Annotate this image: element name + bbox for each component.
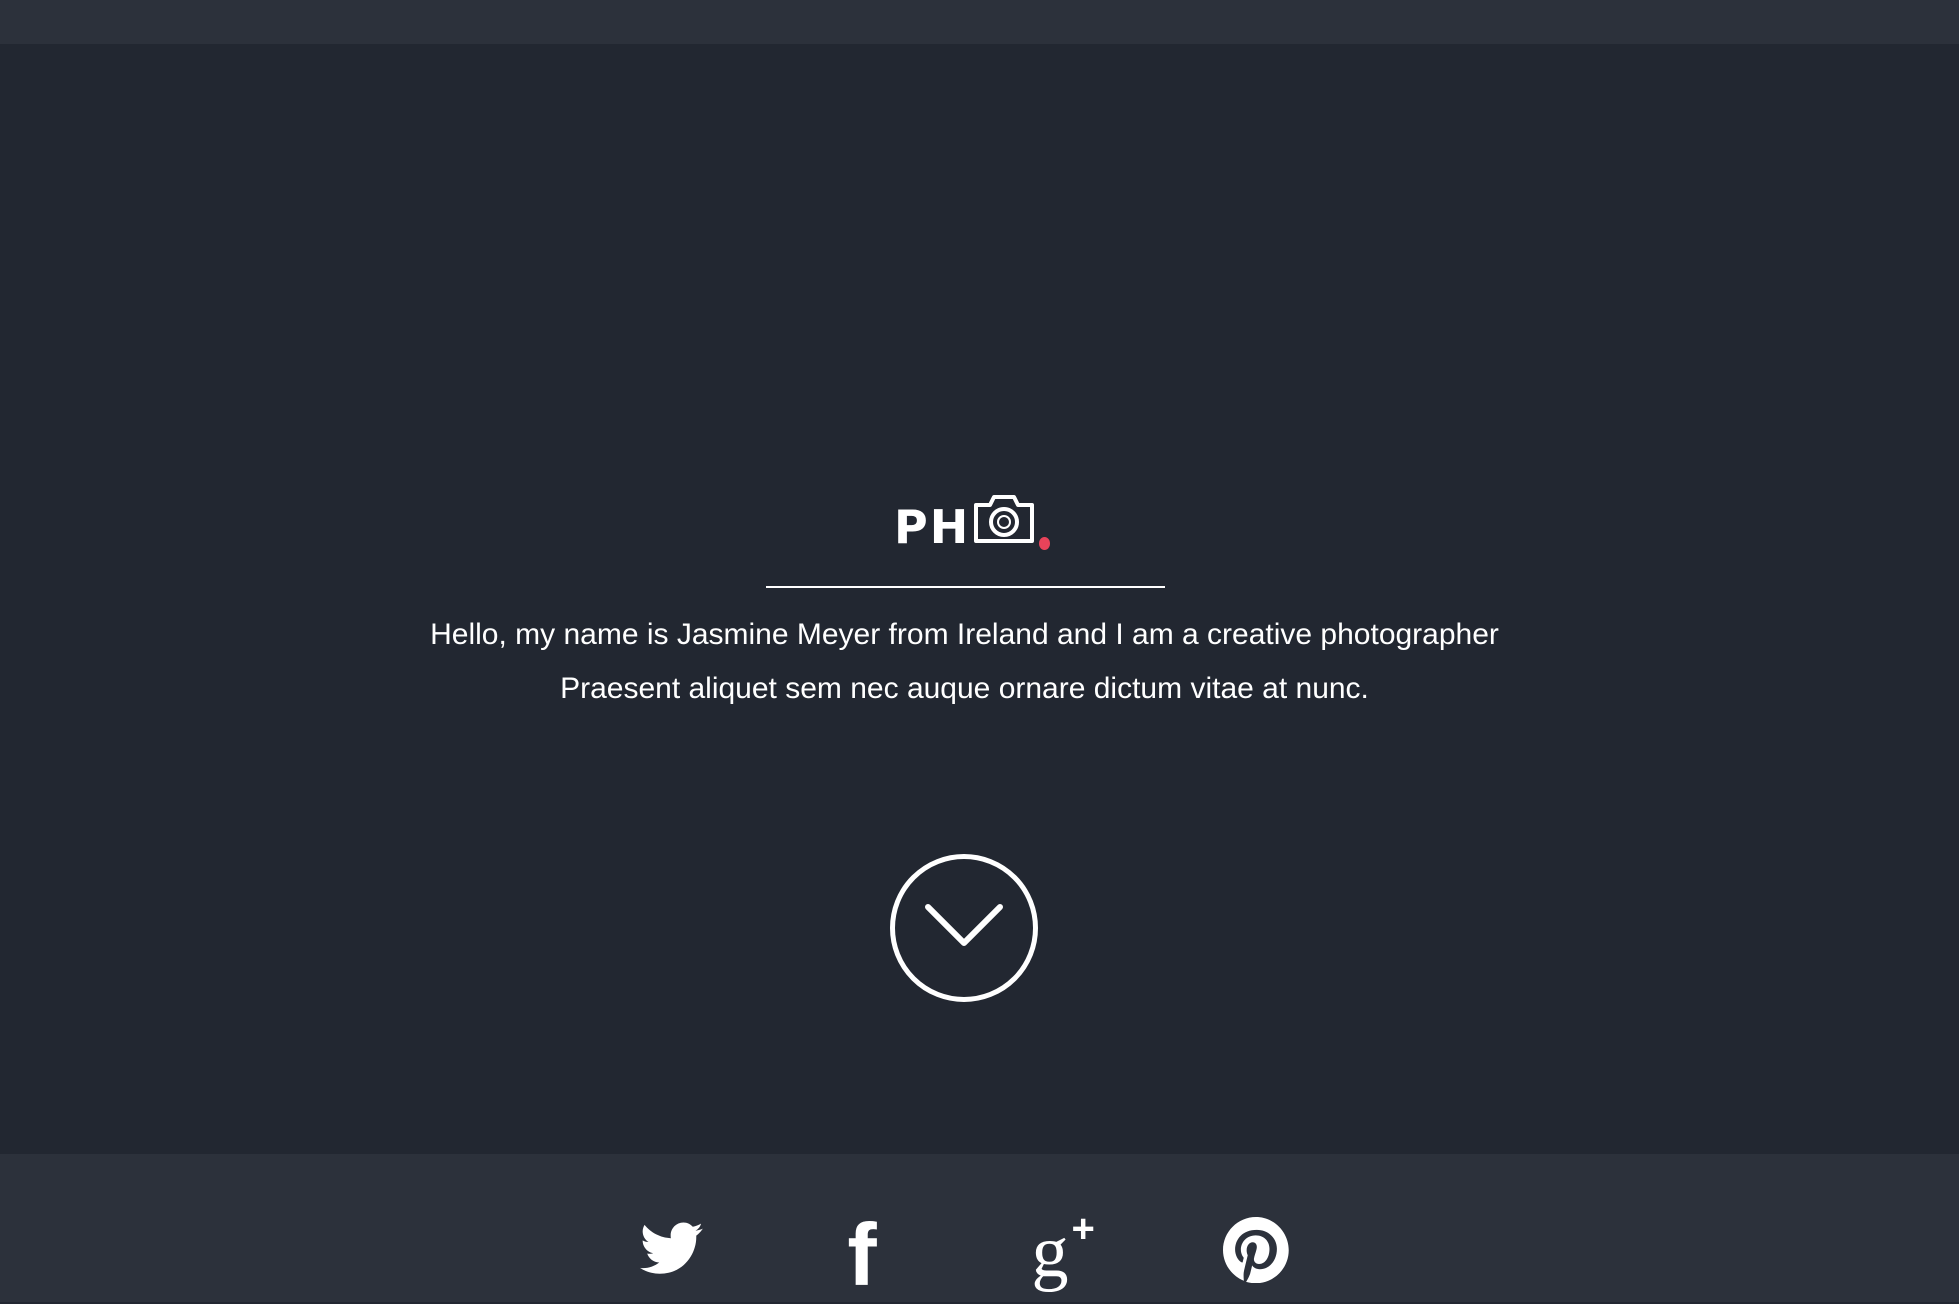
twitter-icon [640, 1222, 704, 1283]
facebook-icon: f [847, 1205, 877, 1304]
scroll-down-button[interactable] [890, 854, 1038, 1002]
logo-accent-dot [1039, 537, 1050, 550]
hero-intro-line: Hello, my name is Jasmine Meyer from Ire… [430, 618, 1499, 651]
camera-icon [972, 491, 1036, 550]
google-plus-glyph: g [1031, 1211, 1069, 1293]
footer [0, 1154, 1959, 1302]
facebook-link[interactable]: f [826, 1211, 898, 1299]
chevron-down-icon [924, 901, 1004, 956]
google-plus-icon: g + [1032, 1209, 1095, 1289]
pinterest-link[interactable] [1220, 1216, 1292, 1288]
logo-text: PH [894, 500, 971, 554]
pinterest-icon [1223, 1216, 1289, 1288]
hero-subtitle-line: Praesent aliquet sem nec auque ornare di… [560, 672, 1369, 705]
google-plus-link[interactable]: g + [1014, 1209, 1095, 1289]
google-plus-sign: + [1071, 1207, 1095, 1251]
logo[interactable]: PH [894, 492, 1050, 554]
hero-divider [766, 586, 1165, 588]
twitter-link[interactable] [636, 1216, 708, 1288]
top-navbar [0, 0, 1959, 44]
